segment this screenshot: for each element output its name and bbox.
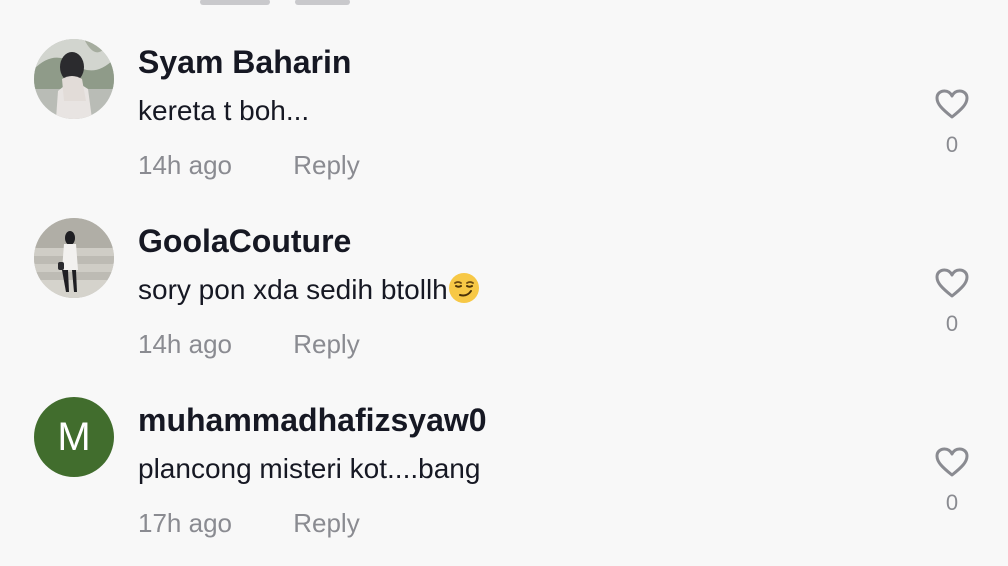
heart-outline-icon — [935, 268, 969, 298]
reply-button[interactable]: Reply — [293, 507, 359, 539]
comment-meta: 17h ago Reply — [138, 507, 360, 539]
heart-outline-icon — [935, 447, 969, 477]
comment-timestamp: 17h ago — [138, 508, 232, 538]
comment-item: GoolaCouture sory pon xda sedih btollh 1… — [0, 179, 1008, 360]
like-button[interactable]: 0 — [930, 267, 974, 337]
avatar[interactable] — [34, 218, 114, 298]
comment-username[interactable]: Syam Baharin — [138, 42, 351, 82]
comment-text-body: sory pon xda sedih btollh — [138, 274, 448, 305]
comment-username[interactable]: muhammadhafizsyaw0 — [138, 400, 487, 440]
comment-text: sory pon xda sedih btollh — [138, 270, 480, 310]
like-button[interactable]: 0 — [930, 88, 974, 158]
comment-username[interactable]: GoolaCouture — [138, 221, 351, 261]
comment-item: M muhammadhafizsyaw0 plancong misteri ko… — [0, 358, 1008, 539]
like-count: 0 — [945, 311, 959, 336]
like-count: 0 — [945, 490, 959, 515]
comment-text: plancong misteri kot....bang — [138, 453, 481, 484]
reply-button[interactable]: Reply — [293, 328, 359, 360]
comment-meta: 14h ago Reply — [138, 328, 360, 360]
comment-timestamp: 14h ago — [138, 329, 232, 359]
like-button[interactable]: 0 — [930, 446, 974, 516]
comment-meta: 14h ago Reply — [138, 149, 360, 181]
reply-button[interactable]: Reply — [293, 149, 359, 181]
comment-item: Syam Baharin kereta t boh... 14h ago Rep… — [0, 0, 1008, 181]
like-count: 0 — [945, 132, 959, 157]
comment-timestamp: 14h ago — [138, 150, 232, 180]
heart-outline-icon — [935, 89, 969, 119]
avatar[interactable]: M — [34, 397, 114, 477]
comment-text: kereta t boh... — [138, 95, 310, 126]
comment-list: Syam Baharin kereta t boh... 14h ago Rep… — [0, 0, 1008, 566]
avatar[interactable] — [34, 39, 114, 119]
smirking-face-emoji — [448, 273, 479, 303]
